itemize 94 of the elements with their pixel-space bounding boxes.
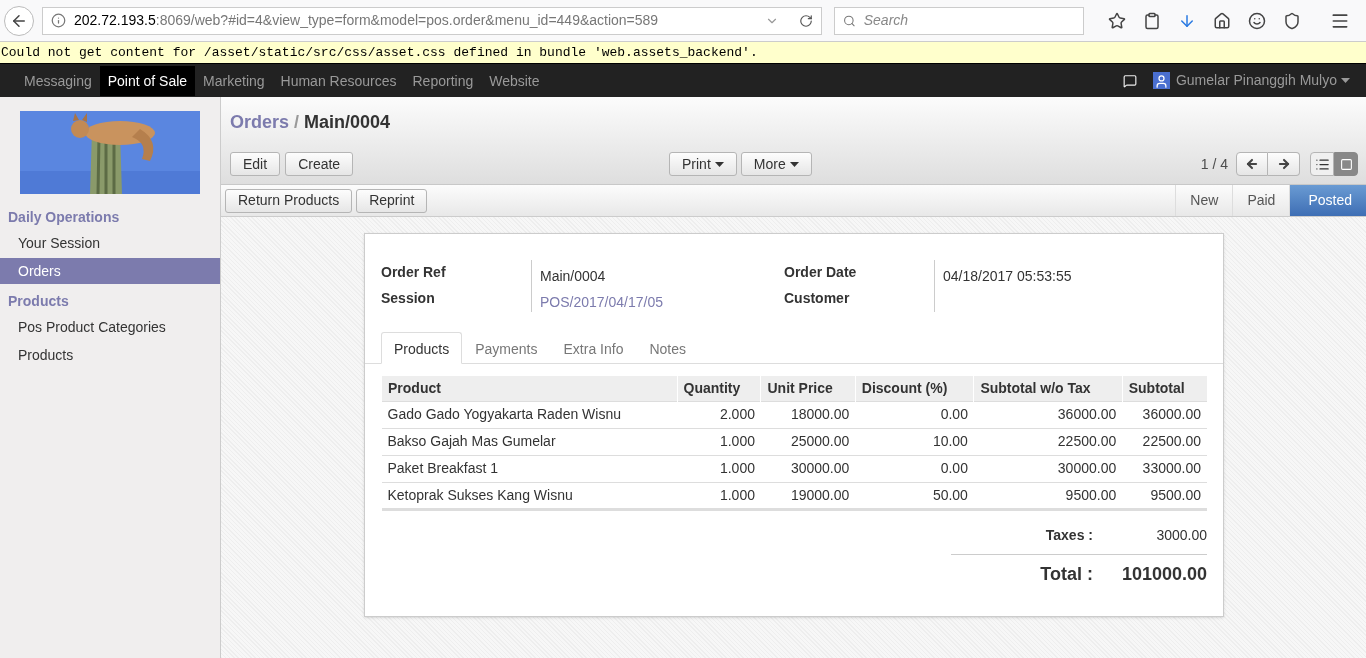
dropdown-button[interactable]: More (740, 152, 812, 176)
field-label: Order Ref (381, 263, 447, 282)
top-menu-item[interactable]: Marketing (195, 65, 273, 96)
field-label: Session (381, 289, 436, 308)
column-header[interactable]: Product (381, 376, 677, 401)
form-icon (1339, 157, 1353, 171)
tab[interactable]: Products (381, 332, 463, 364)
top-menu-item[interactable]: Human Resources (272, 65, 405, 96)
field-label: Order Date (784, 263, 858, 282)
column-header[interactable]: Subtotal w/o Tax (973, 376, 1123, 401)
field-label: Customer (784, 289, 851, 308)
list-view-button[interactable] (1310, 152, 1334, 176)
table-cell: Paket Breakfast 1 (381, 455, 677, 482)
address-field[interactable]: 202.72.193.5:8069/web?#id=4&view_type=form&model=pos.order&menu_id=449&action=589 (42, 6, 822, 35)
sidebar-section-title: Products (7, 292, 70, 311)
taxes-label: Taxes : (1044, 525, 1093, 545)
column-header[interactable]: Unit Price (761, 376, 856, 401)
table-cell: 1.000 (677, 482, 761, 509)
table-cell: 30000.00 (761, 455, 856, 482)
total-label: Total : (1039, 562, 1093, 586)
sidebar-item[interactable]: Orders (0, 258, 220, 284)
tab[interactable]: Payments (462, 332, 551, 364)
table-cell: 22500.00 (1122, 428, 1207, 455)
toolbar-button[interactable]: Create (285, 152, 354, 176)
breadcrumb-separator: / (294, 112, 300, 132)
table-cell: 50.00 (855, 482, 974, 509)
top-menu-item[interactable]: Messaging (16, 65, 100, 96)
search-field[interactable]: Search (834, 6, 1084, 35)
bookmark-star-icon[interactable] (1108, 11, 1126, 30)
field-value: 04/18/2017 05:53:55 (943, 268, 1072, 284)
form-view-button[interactable] (1334, 152, 1358, 176)
table-cell: 0.00 (855, 401, 974, 428)
info-icon (51, 13, 66, 28)
caret-icon (789, 161, 799, 167)
home-icon[interactable] (1213, 11, 1231, 30)
sidebar-section-title: Daily Operations (7, 208, 121, 227)
status-step[interactable]: New (1175, 185, 1233, 216)
table-cell: 18000.00 (761, 401, 856, 428)
table-cell: 0.00 (855, 455, 974, 482)
back-button[interactable] (4, 5, 34, 36)
table-cell: Bakso Gajah Mas Gumelar (381, 428, 677, 455)
column-header[interactable]: Subtotal (1122, 376, 1207, 401)
list-icon (1314, 156, 1330, 172)
field-value: Main/0004 (540, 268, 606, 284)
table-cell: 9500.00 (1122, 482, 1207, 509)
table-cell: 1.000 (677, 455, 761, 482)
top-menu-item[interactable]: Point of Sale (99, 65, 196, 96)
sidebar-item[interactable]: Pos Product Categories (0, 314, 220, 340)
pager-text: 1 / 4 (1200, 154, 1228, 174)
breadcrumb-link[interactable]: Orders (230, 112, 290, 132)
sidebar-item[interactable]: Products (0, 342, 220, 368)
caret-icon (1341, 78, 1350, 83)
total-value: 101000.00 (1120, 562, 1207, 586)
table-cell: 1.000 (677, 428, 761, 455)
user-avatar-icon (1152, 72, 1170, 89)
action-button[interactable]: Reprint (356, 188, 428, 213)
table-cell: Ketoprak Sukses Kang Wisnu (381, 482, 677, 509)
breadcrumb-current: Main/0004 (304, 112, 391, 132)
table-cell: Gado Gado Yogyakarta Raden Wisnu (381, 401, 677, 428)
next-button[interactable] (1268, 152, 1300, 176)
table-cell: 2.000 (677, 401, 761, 428)
previous-button[interactable] (1236, 152, 1268, 176)
top-menu-item[interactable]: Reporting (404, 65, 482, 96)
table-cell: 22500.00 (973, 428, 1123, 455)
table-cell: 19000.00 (761, 482, 856, 509)
table-cell: 36000.00 (973, 401, 1123, 428)
tab[interactable]: Extra Info (550, 332, 637, 364)
table-cell: 10.00 (855, 428, 974, 455)
table-cell: 9500.00 (973, 482, 1123, 509)
dropdown-button[interactable]: Print (669, 152, 737, 176)
column-header[interactable]: Quantity (677, 376, 761, 401)
chat-icon[interactable] (1122, 73, 1137, 88)
smiley-icon[interactable] (1248, 11, 1266, 30)
table-cell: 33000.00 (1122, 455, 1207, 482)
caret-icon (714, 161, 724, 167)
column-header[interactable]: Discount (%) (855, 376, 974, 401)
action-button[interactable]: Return Products (225, 188, 353, 213)
table-cell: 36000.00 (1122, 401, 1207, 428)
reload-icon[interactable] (799, 13, 813, 28)
toolbar-button[interactable]: Edit (230, 152, 281, 176)
search-icon (843, 13, 856, 28)
table-cell: 25000.00 (761, 428, 856, 455)
url-text: 202.72.193.5:8069/web?#id=4&view_type=form&model=pos.order&menu_id=449&action=589 (74, 11, 659, 30)
sidebar-item[interactable]: Your Session (0, 230, 220, 256)
field-link[interactable]: POS/2017/04/17/05 (540, 294, 663, 310)
top-menu-item[interactable]: Website (481, 65, 548, 96)
status-step[interactable]: Posted (1289, 185, 1366, 216)
error-banner: Could not get content for /asset/static/src/css/asset.css defined in bundle 'web.assets_backend'. (0, 42, 1366, 63)
taxes-value: 3000.00 (1155, 525, 1207, 545)
table-cell: 30000.00 (973, 455, 1123, 482)
tab[interactable]: Notes (636, 332, 699, 364)
clipboard-icon[interactable] (1143, 11, 1161, 30)
user-menu[interactable]: Gumelar Pinanggih Mulyo (1175, 70, 1350, 91)
search-input[interactable]: Search (863, 10, 1075, 31)
